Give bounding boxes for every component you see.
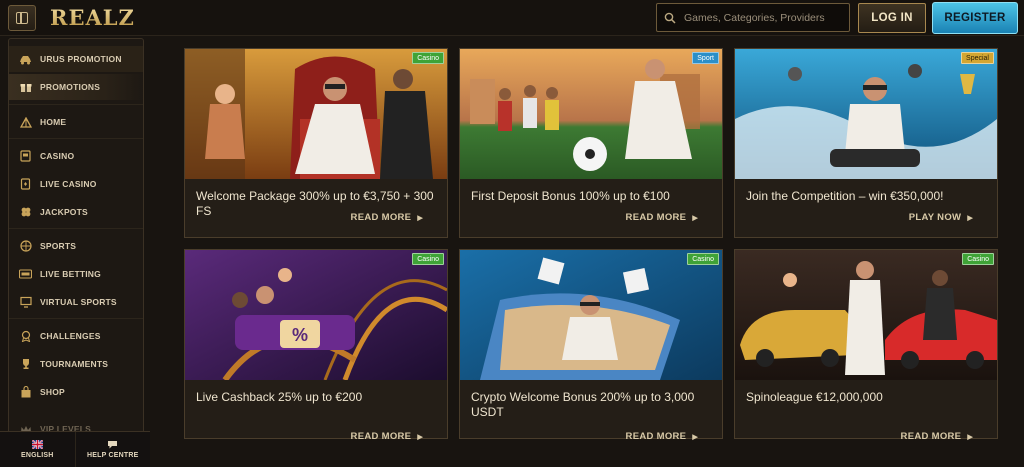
sidebar-item-label: CHALLENGES	[40, 331, 101, 341]
search-box[interactable]	[656, 3, 850, 32]
sidebar-item-label: VIRTUAL SPORTS	[40, 297, 117, 307]
clover-icon	[19, 206, 32, 219]
promo-card[interactable]: % Casino Live Cashback 25% up to €200 RE…	[184, 249, 448, 442]
sidebar-item-shop[interactable]: SHOP	[9, 379, 143, 405]
cta-label: READ MORE	[350, 431, 412, 442]
search-icon	[664, 12, 676, 24]
category-badge: Casino	[687, 253, 719, 265]
sidebar-item-label: LIVE CASINO	[40, 179, 97, 189]
car-icon	[19, 53, 32, 66]
gift-icon	[19, 81, 32, 94]
brand-logo[interactable]: REALZ	[50, 5, 135, 31]
trophy-icon	[19, 358, 32, 371]
promo-title: First Deposit Bonus 100% up to €100	[471, 189, 670, 203]
sidebar-item-casino[interactable]: CASINO	[9, 143, 143, 169]
cta-label: READ MORE	[625, 212, 687, 223]
monitor-icon	[19, 296, 32, 309]
read-more-link[interactable]: READ MORE ▶	[351, 212, 423, 223]
chevron-right-icon: ▶	[967, 214, 973, 222]
category-badge: Casino	[412, 52, 444, 64]
category-badge: Sport	[692, 52, 719, 64]
help-centre-button[interactable]: HELP CENTRE	[74, 432, 151, 467]
sidebar-item-label: PROMOTIONS	[40, 82, 101, 92]
read-more-link[interactable]: READ MORE ▶	[351, 431, 423, 442]
sidebar-item-virtual-sports[interactable]: VIRTUAL SPORTS	[9, 289, 143, 315]
category-badge: Special	[961, 52, 994, 64]
chevron-right-icon: ▶	[417, 433, 423, 441]
sidebar-nav: URUS PROMOTION PROMOTIONS HOME CASINO LI…	[8, 38, 144, 467]
language-selector[interactable]: ENGLISH	[0, 432, 75, 467]
language-label: ENGLISH	[20, 452, 54, 459]
cta-label: READ MORE	[350, 212, 412, 223]
chevron-right-icon: ▶	[692, 214, 698, 222]
search-input[interactable]	[684, 11, 844, 24]
promo-title: Crypto Welcome Bonus 200% up to 3,000 US…	[471, 390, 695, 419]
sidebar-item-live-betting[interactable]: LIVE BETTING	[9, 261, 143, 287]
read-more-link[interactable]: READ MORE ▶	[626, 431, 698, 442]
uk-flag-icon	[31, 440, 43, 449]
category-badge: Casino	[412, 253, 444, 265]
chevron-right-icon: ▶	[692, 433, 698, 441]
sidebar-divider	[9, 104, 143, 105]
ball-icon	[19, 240, 32, 253]
login-button[interactable]: LOG IN	[858, 3, 926, 33]
chevron-right-icon: ▶	[967, 433, 973, 441]
sidebar-item-challenges[interactable]: CHALLENGES	[9, 323, 143, 349]
sidebar-item-sports[interactable]: SPORTS	[9, 233, 143, 259]
promo-image	[185, 49, 447, 179]
sidebar-item-label: URUS PROMOTION	[40, 54, 122, 64]
sidebar-footer: ENGLISH HELP CENTRE	[0, 431, 150, 467]
sidebar-item-label: SHOP	[40, 387, 65, 397]
sidebar-panel-icon	[16, 12, 28, 24]
slot-machine-icon	[19, 150, 32, 163]
svg-text:%: %	[292, 325, 308, 345]
sidebar-item-promotions[interactable]: PROMOTIONS	[9, 74, 143, 100]
promo-image	[735, 49, 997, 179]
sidebar-divider	[9, 138, 143, 139]
cta-label: READ MORE	[625, 431, 687, 442]
promo-image: %	[185, 250, 447, 380]
sidebar-item-urus-promotion[interactable]: URUS PROMOTION	[9, 46, 143, 72]
sidebar-divider	[9, 318, 143, 319]
live-icon	[19, 268, 32, 281]
sidebar-item-label: CASINO	[40, 151, 75, 161]
chevron-right-icon: ▶	[417, 214, 423, 222]
cta-label: PLAY NOW	[908, 212, 962, 223]
category-badge: Casino	[962, 253, 994, 265]
badge-icon	[19, 330, 32, 343]
chat-bubble-icon	[108, 441, 118, 449]
sidebar-item-live-casino[interactable]: LIVE CASINO	[9, 171, 143, 197]
read-more-link[interactable]: READ MORE ▶	[626, 212, 698, 223]
sidebar-divider	[9, 228, 143, 229]
top-header: REALZ LOG IN REGISTER	[0, 0, 1024, 36]
read-more-link[interactable]: READ MORE ▶	[901, 431, 973, 442]
promo-card[interactable]: Casino Crypto Welcome Bonus 200% up to 3…	[459, 249, 723, 442]
promo-card[interactable]: Casino Welcome Package 300% up to €3,750…	[184, 48, 448, 238]
promo-title: Join the Competition – win €350,000!	[746, 189, 944, 203]
promo-title: Live Cashback 25% up to €200	[196, 390, 363, 404]
promo-image	[460, 49, 722, 179]
help-centre-label: HELP CENTRE	[87, 452, 139, 459]
pyramid-icon	[19, 116, 32, 129]
promo-title: Spinoleague €12,000,000	[746, 390, 883, 404]
sidebar-item-label: JACKPOTS	[40, 207, 88, 217]
promo-card[interactable]: Casino Spinoleague €12,000,000 READ MORE…	[734, 249, 998, 442]
promo-card[interactable]: Sport First Deposit Bonus 100% up to €10…	[459, 48, 723, 238]
sidebar-item-jackpots[interactable]: JACKPOTS	[9, 199, 143, 225]
sidebar-item-label: TOURNAMENTS	[40, 359, 109, 369]
bag-icon	[19, 386, 32, 399]
sidebar-toggle-button[interactable]	[8, 5, 36, 31]
register-button[interactable]: REGISTER	[932, 2, 1018, 34]
sidebar-item-label: LIVE BETTING	[40, 269, 101, 279]
cta-label: READ MORE	[900, 431, 962, 442]
sidebar-item-home[interactable]: HOME	[9, 109, 143, 135]
sidebar-item-tournaments[interactable]: TOURNAMENTS	[9, 351, 143, 377]
sidebar-item-label: SPORTS	[40, 241, 77, 251]
sidebar-item-label: HOME	[40, 117, 67, 127]
promo-card[interactable]: Special Join the Competition – win €350,…	[734, 48, 998, 238]
cards-icon	[19, 178, 32, 191]
play-now-link[interactable]: PLAY NOW ▶	[909, 212, 973, 223]
promo-image	[460, 250, 722, 380]
promo-image	[735, 250, 997, 380]
